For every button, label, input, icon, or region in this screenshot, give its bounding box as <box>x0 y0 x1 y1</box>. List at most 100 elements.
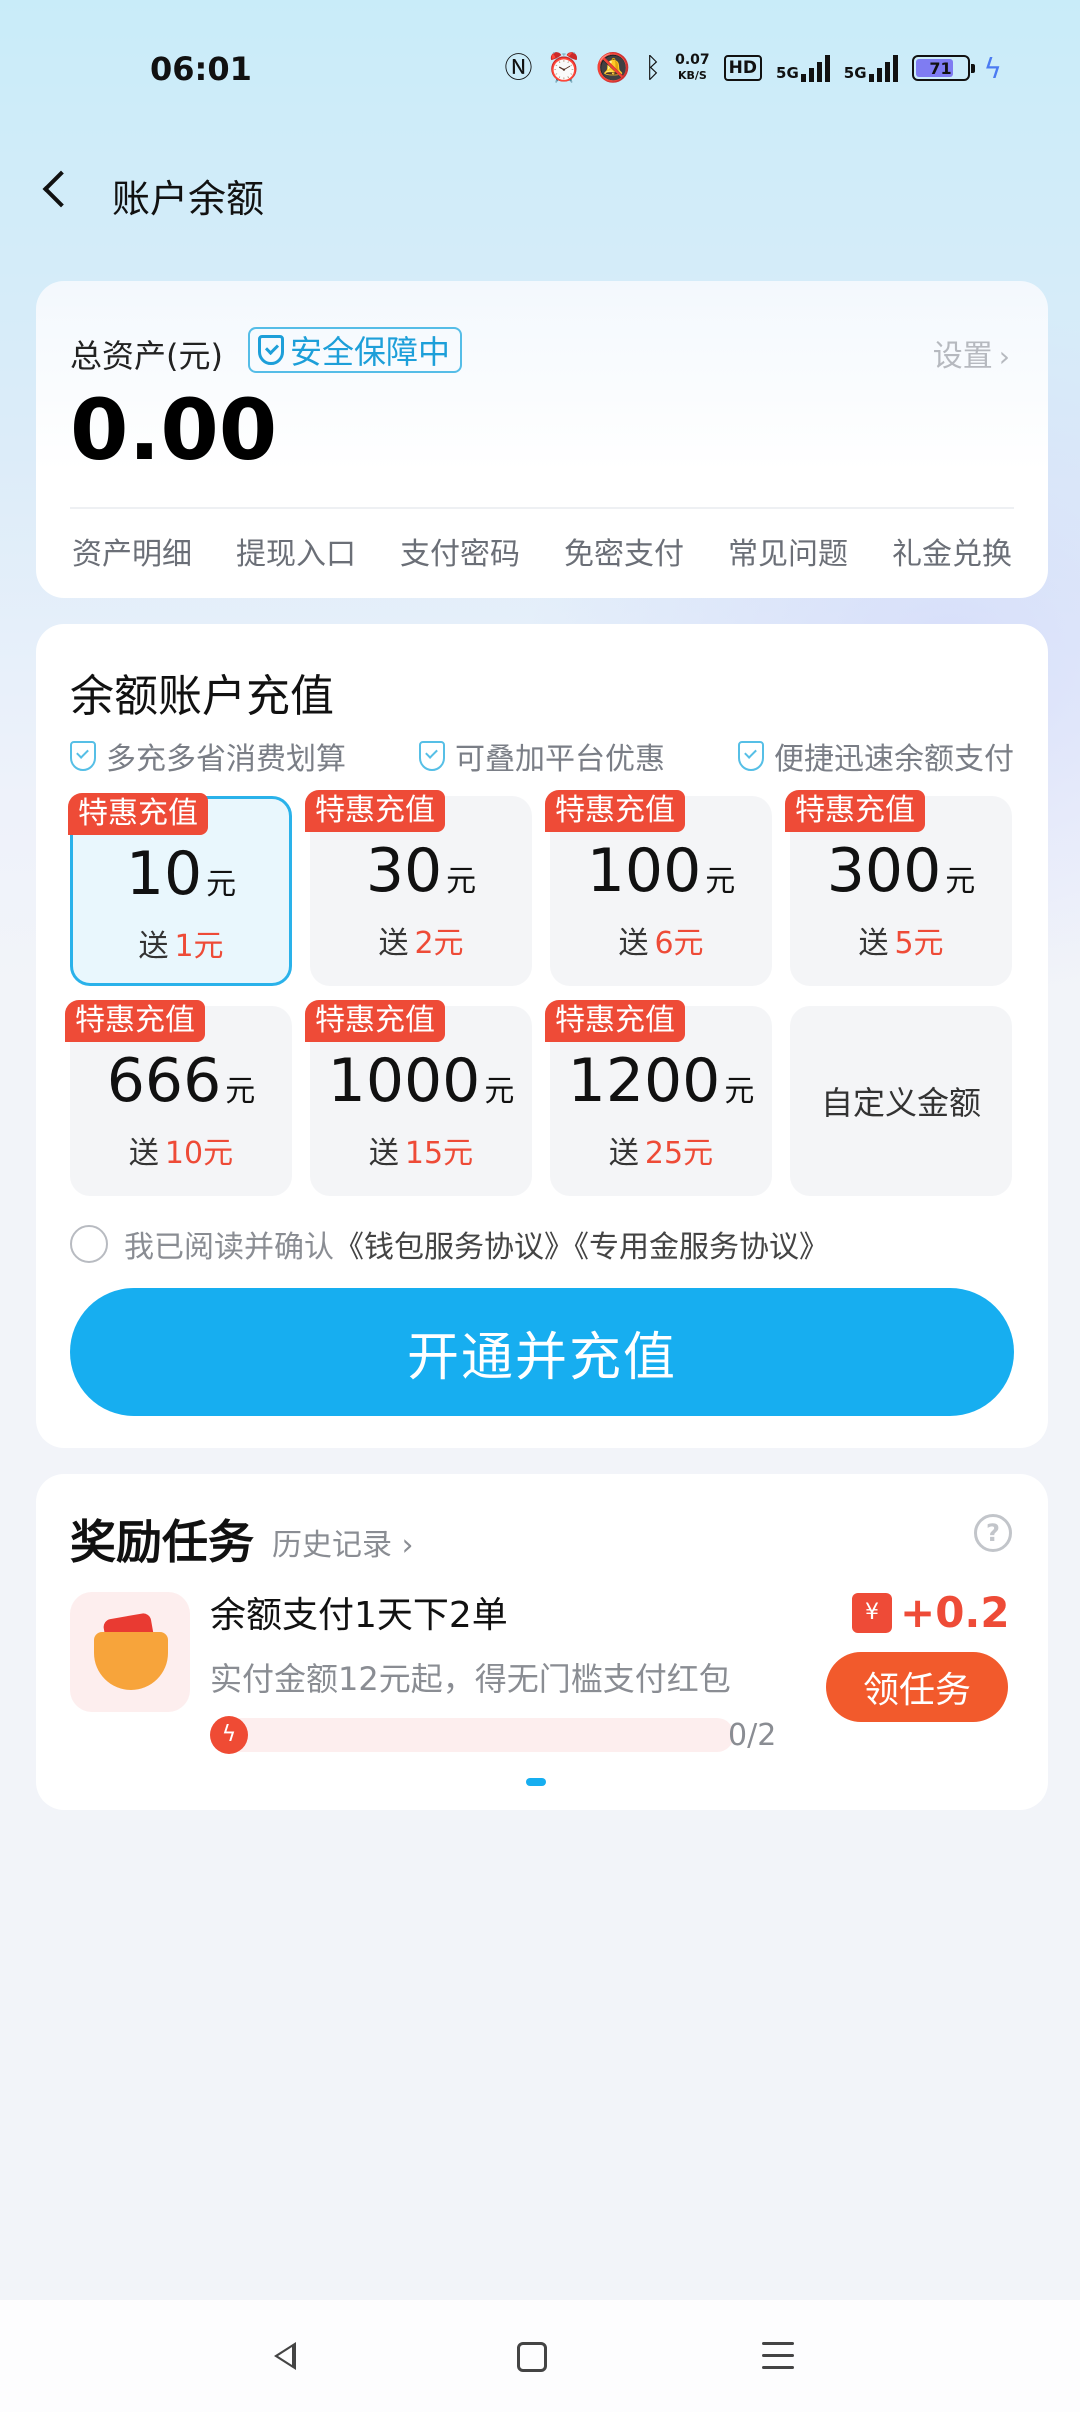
task-progress-text: 0/2 <box>728 1718 777 1753</box>
bonus-value: 1元 <box>174 929 224 964</box>
option-unit: 元 <box>446 864 477 899</box>
bonus-value: 5元 <box>894 926 944 961</box>
page-header: 账户余额 <box>0 150 1080 230</box>
quick-links: 资产明细 提现入口 支付密码 免密支付 常见问题 礼金兑换 <box>36 529 1048 573</box>
settings-link[interactable]: 设置 › <box>933 331 1010 375</box>
5g-signal-icon: 5G <box>844 54 898 82</box>
promo-tag: 特惠充值 <box>545 1000 685 1042</box>
option-unit: 元 <box>225 1074 256 1109</box>
net-speed: 0.07 KB/S <box>675 53 710 83</box>
bonus-prefix: 送 <box>368 1136 399 1171</box>
nav-home-icon[interactable] <box>517 2342 547 2372</box>
red-packet-bowl-icon <box>70 1592 190 1712</box>
battery-icon: 71 <box>911 55 975 81</box>
recharge-option-666[interactable]: 特惠充值 666 元 送 10元 <box>65 1000 292 1196</box>
quick-link-asset-details[interactable]: 资产明细 <box>72 529 192 573</box>
recharge-options-grid: 特惠充值 10 元 送 1元 特惠充值 30 元 送 2元 特惠充值 100 元 送 6元 … <box>65 790 1014 1196</box>
feature-item: 可叠加平台优惠 <box>419 734 665 778</box>
quick-link-password-free-pay[interactable]: 免密支付 <box>564 529 684 573</box>
alarm-icon: ⏰ <box>546 51 582 84</box>
bluetooth-icon: ᛒ <box>644 51 662 84</box>
bonus-prefix: 送 <box>858 926 889 961</box>
chevron-right-icon: › <box>998 340 1010 373</box>
option-amount: 100 <box>586 836 702 906</box>
chevron-right-icon: › <box>401 1528 414 1563</box>
option-unit: 元 <box>724 1074 755 1109</box>
option-amount: 666 <box>106 1046 222 1116</box>
feature-label: 便捷迅速余额支付 <box>774 742 1014 777</box>
balance-amount: 0.00 <box>70 381 278 479</box>
nav-back-icon[interactable] <box>266 2340 296 2370</box>
activate-recharge-button[interactable]: 开通并充值 <box>70 1288 1014 1416</box>
option-unit: 元 <box>705 864 736 899</box>
custom-amount-option[interactable]: 自定义金额 <box>790 1006 1012 1196</box>
shield-check-icon <box>738 741 764 771</box>
option-unit: 元 <box>484 1074 515 1109</box>
divider <box>70 507 1014 509</box>
option-amount: 1200 <box>567 1046 721 1116</box>
agreement-links[interactable]: 《钱包服务协议》《专用金服务协议》 <box>334 1230 829 1265</box>
security-badge-label: 安全保障中 <box>290 333 451 371</box>
recharge-option-1200[interactable]: 特惠充值 1200 元 送 25元 <box>545 1000 772 1196</box>
recharge-option-30[interactable]: 特惠充值 30 元 送 2元 <box>305 790 532 986</box>
task-progress-bar: ϟ <box>210 1716 734 1754</box>
claim-task-button[interactable]: 领任务 <box>826 1652 1008 1722</box>
option-amount: 300 <box>826 836 942 906</box>
help-icon[interactable]: ? <box>974 1514 1012 1552</box>
recharge-title: 余额账户充值 <box>70 671 334 722</box>
reward-value: +0.2 <box>900 1588 1010 1637</box>
recharge-option-1000[interactable]: 特惠充值 1000 元 送 15元 <box>305 1000 532 1196</box>
option-unit: 元 <box>945 864 976 899</box>
bonus-value: 6元 <box>654 926 704 961</box>
security-badge[interactable]: 安全保障中 <box>248 327 463 373</box>
recharge-card: 余额账户充值 多充多省消费划算 可叠加平台优惠 便捷迅速余额支付 特惠充值 10… <box>36 624 1048 1448</box>
task-description: 实付金额12元起，得无门槛支付红包 <box>210 1660 731 1698</box>
reward-tasks-title: 奖励任务 <box>70 1515 254 1569</box>
settings-label: 设置 <box>932 339 993 374</box>
battery-level: 71 <box>929 58 952 78</box>
nav-recents-icon[interactable] <box>762 2342 794 2370</box>
feature-label: 多充多省消费划算 <box>106 742 346 777</box>
bonus-value: 25元 <box>644 1136 714 1171</box>
mute-icon: 🔕 <box>595 51 631 84</box>
sim2-label: 5G <box>843 64 867 82</box>
shield-check-icon <box>419 741 445 771</box>
feature-label: 可叠加平台优惠 <box>455 742 665 777</box>
quick-link-faq[interactable]: 常见问题 <box>728 529 848 573</box>
feature-list: 多充多省消费划算 可叠加平台优惠 便捷迅速余额支付 <box>70 734 1014 778</box>
agreement-prefix: 我已阅读并确认 <box>124 1230 334 1265</box>
history-label: 历史记录 <box>272 1528 392 1563</box>
bonus-prefix: 送 <box>618 926 649 961</box>
promo-tag: 特惠充值 <box>305 790 445 832</box>
recharge-option-100[interactable]: 特惠充值 100 元 送 6元 <box>545 790 772 986</box>
bonus-value: 10元 <box>164 1136 234 1171</box>
feature-item: 多充多省消费划算 <box>70 734 346 778</box>
quick-link-withdraw[interactable]: 提现入口 <box>236 529 356 573</box>
promo-tag: 特惠充值 <box>305 1000 445 1042</box>
charging-icon: ϟ <box>983 51 1002 85</box>
quick-link-gift-redeem[interactable]: 礼金兑换 <box>892 529 1012 573</box>
agreement-checkbox[interactable] <box>70 1225 108 1263</box>
page-title: 账户余额 <box>112 177 265 221</box>
bonus-value: 2元 <box>414 926 464 961</box>
quick-link-pay-password[interactable]: 支付密码 <box>400 529 520 573</box>
option-amount: 1000 <box>327 1046 481 1116</box>
option-amount: 10 <box>125 839 203 909</box>
recharge-option-10[interactable]: 特惠充值 10 元 送 1元 <box>68 793 292 986</box>
back-arrow-icon[interactable] <box>38 168 78 212</box>
bonus-prefix: 送 <box>378 926 409 961</box>
bonus-prefix: 送 <box>608 1136 639 1171</box>
history-link[interactable]: 历史记录 › <box>272 1520 414 1564</box>
nfc-icon: Ⓝ <box>504 51 533 84</box>
system-nav-bar <box>0 2300 1080 2412</box>
status-icons: Ⓝ ⏰ 🔕 ᛒ 0.07 KB/S HD 5G 5G 71 ϟ <box>505 50 1002 86</box>
feature-item: 便捷迅速余额支付 <box>738 734 1014 778</box>
option-amount: 30 <box>365 836 443 906</box>
recharge-option-300[interactable]: 特惠充值 300 元 送 5元 <box>785 790 1012 986</box>
bonus-prefix: 送 <box>128 1136 159 1171</box>
carousel-indicator <box>526 1778 546 1786</box>
net-speed-unit: KB/S <box>677 69 707 82</box>
account-balance-card: 总资产(元) 安全保障中 设置 › 0.00 资产明细 提现入口 支付密码 免密支… <box>36 281 1048 598</box>
net-speed-value: 0.07 <box>675 52 710 68</box>
lightning-icon: ϟ <box>210 1716 248 1754</box>
